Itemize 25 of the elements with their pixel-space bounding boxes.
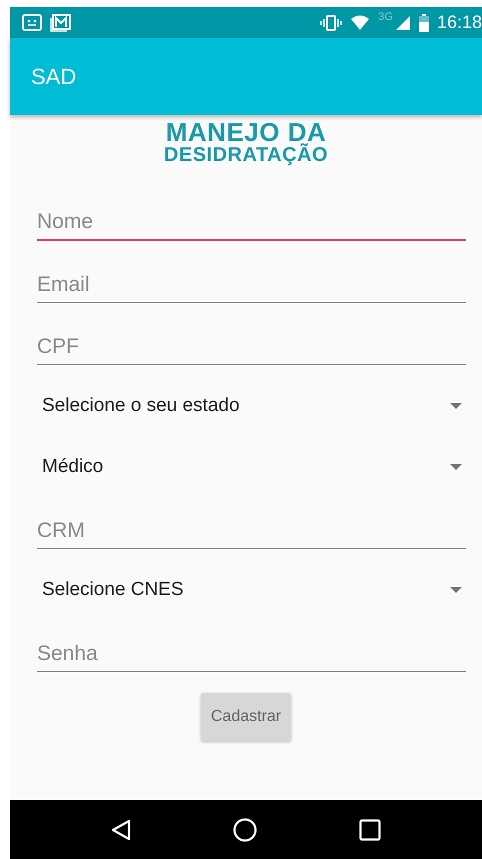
recents-icon[interactable] (359, 818, 381, 840)
dropdown[interactable]: Médico (37, 442, 466, 492)
back-icon[interactable] (111, 818, 131, 840)
register-button[interactable]: Cadastrar (200, 693, 292, 741)
notification-face-icon (22, 14, 42, 32)
clock: 16:18 (436, 12, 482, 33)
battery-icon (418, 14, 429, 32)
caret-icon (450, 587, 462, 593)
home-icon[interactable] (233, 818, 257, 842)
input-field[interactable]: Email (37, 263, 466, 303)
caret-icon (450, 403, 462, 409)
network-type: 3G (378, 11, 393, 23)
input-field[interactable]: CRM (37, 509, 466, 549)
vibrate-icon (320, 14, 342, 32)
mail-icon (50, 14, 72, 32)
input-field[interactable]: CPF (37, 325, 466, 365)
dropdown[interactable]: Selecione CNES (37, 565, 466, 615)
app-title: SAD (31, 64, 76, 90)
signal-icon (394, 14, 411, 30)
input-field[interactable]: Senha (37, 632, 466, 672)
input-field[interactable]: Nome (37, 201, 466, 241)
wifi-icon (350, 14, 370, 30)
logo-text: DESIDRATAÇÃO (164, 145, 328, 165)
caret-icon (450, 464, 462, 470)
dropdown[interactable]: Selecione o seu estado (37, 381, 466, 431)
